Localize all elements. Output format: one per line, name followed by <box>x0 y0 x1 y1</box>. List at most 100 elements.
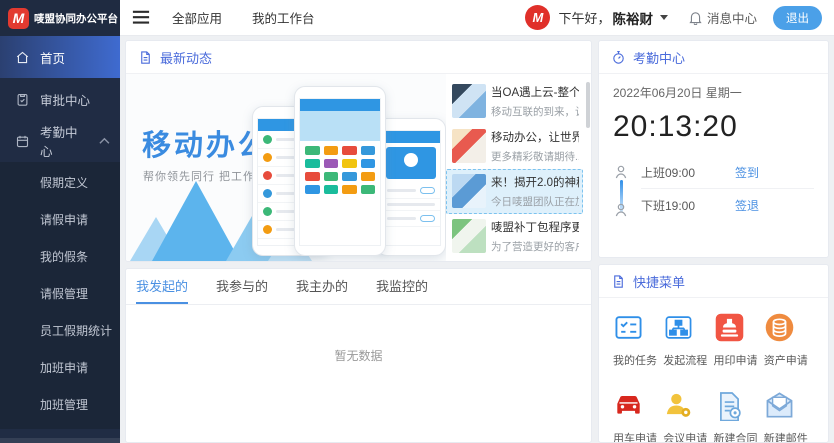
top-header: M 唛盟协同办公平台 全部应用 我的工作台 M 下午好， 陈裕财 消息中心 退出 <box>0 0 834 36</box>
greeting-text: 下午好， <box>558 8 610 27</box>
quick-item-meeting-request[interactable]: 会议申请 <box>663 390 713 443</box>
hamburger-menu-icon[interactable] <box>132 10 150 24</box>
sidebar-subitem-holiday-definition[interactable]: 假期定义 <box>0 164 120 201</box>
stopwatch-icon <box>611 50 626 65</box>
checkin-action-link[interactable]: 签到 <box>735 164 759 181</box>
tasks-panel: 我发起的 我参与的 我主办的 我监控的 暂无数据 <box>125 268 592 443</box>
news-panel: 最新动态 移动办公 帮你领先同行 把工作带出办公室 <box>125 40 592 262</box>
news-item-title: 来！揭开2.0的神秘面纱- <box>491 174 579 190</box>
quick-menu-header: 快捷菜单 <box>599 265 828 298</box>
quick-item-seal-request[interactable]: 用印申请 <box>714 312 764 368</box>
quick-item-asset-request[interactable]: 资产申请 <box>764 312 814 368</box>
quick-menu-grid: 我的任务 发起流程 用印申请 资产申请 <box>599 298 828 443</box>
nav-item-my-workspace[interactable]: 我的工作台 <box>252 8 315 27</box>
news-item[interactable]: 唛盟补丁包程序更新 为了营造更好的客户体验，唛 <box>446 214 583 259</box>
document-icon <box>611 274 626 289</box>
banner-title: 移动办公 <box>142 122 270 164</box>
quick-item-label: 用印申请 <box>714 352 764 368</box>
empty-state-text: 暂无数据 <box>126 305 591 364</box>
tab-initiated-by-me[interactable]: 我发起的 <box>136 269 188 304</box>
home-icon <box>15 50 30 65</box>
checkin-row: 上班09:00 签到 <box>641 156 814 189</box>
messages-link[interactable]: 消息中心 <box>688 8 757 27</box>
logout-button[interactable]: 退出 <box>773 6 822 30</box>
sidebar-item-approval-center[interactable]: 审批中心 <box>0 78 120 120</box>
quick-item-new-mail[interactable]: 新建邮件 <box>764 390 814 443</box>
user-menu[interactable]: 下午好， 陈裕财 <box>558 8 668 28</box>
checklist-icon <box>613 312 644 343</box>
horizontal-scrollbar[interactable] <box>0 438 120 443</box>
sidebar-subitem-my-leave-notes[interactable]: 我的假条 <box>0 238 120 275</box>
app-logo-icon: M <box>8 8 29 29</box>
sidebar-subitem-leave-request[interactable]: 请假申请 <box>0 201 120 238</box>
sidebar-subitem-employee-leave-stats[interactable]: 员工假期统计 <box>0 312 120 349</box>
sidebar-subitem-leave-management[interactable]: 请假管理 <box>0 275 120 312</box>
coins-icon <box>764 312 795 343</box>
news-item-title: 当OA遇上云-整个协同OA <box>491 84 579 100</box>
attendance-date: 2022年06月20日 星期一 <box>613 84 814 101</box>
news-item-title: 移动办公，让世界触手可 <box>491 129 579 145</box>
quick-menu-panel: 快捷菜单 我的任务 发起流程 用印申请 <box>598 264 829 443</box>
brand-area: M 唛盟协同办公平台 <box>0 0 120 36</box>
left-column: 最新动态 移动办公 帮你领先同行 把工作带出办公室 <box>125 40 592 443</box>
sidebar-item-attendance-center[interactable]: 考勤中心 <box>0 120 120 162</box>
sidebar-subitem-overtime-request[interactable]: 加班申请 <box>0 349 120 386</box>
header-bar: 全部应用 我的工作台 M 下午好， 陈裕财 消息中心 退出 <box>120 0 834 36</box>
quick-item-my-tasks[interactable]: 我的任务 <box>613 312 663 368</box>
main-content: 最新动态 移动办公 帮你领先同行 把工作带出办公室 <box>120 36 834 443</box>
quick-item-label: 用车申请 <box>613 430 663 443</box>
news-item-desc: 今日唛盟团队正在加班加点， <box>491 194 579 209</box>
news-item-selected[interactable]: 来！揭开2.0的神秘面纱- 今日唛盟团队正在加班加点， <box>446 169 583 214</box>
person-gear-icon <box>663 390 694 421</box>
tasks-tabbar: 我发起的 我参与的 我主办的 我监控的 <box>126 269 591 305</box>
sidebar-item-home[interactable]: 首页 <box>0 36 120 78</box>
checkout-action-link[interactable]: 签退 <box>735 197 759 214</box>
panel-title: 最新动态 <box>160 48 212 67</box>
sidebar-subitem-overtime-management[interactable]: 加班管理 <box>0 386 120 423</box>
news-scrollbar[interactable] <box>586 82 590 128</box>
quick-item-new-contract[interactable]: 新建合同 <box>714 390 764 443</box>
chevron-up-icon <box>99 137 110 145</box>
right-column: 考勤中心 2022年06月20日 星期一 20:13:20 上班09:00 签到 <box>598 40 829 443</box>
news-item[interactable]: 移动办公，让世界触手可 更多精彩敬请期待........ <box>446 124 583 169</box>
quick-item-label: 新建合同 <box>714 430 764 443</box>
clipboard-check-icon <box>15 92 30 107</box>
attendance-clock: 20:13:20 <box>613 110 814 144</box>
tab-monitored-by-me[interactable]: 我监控的 <box>376 269 428 304</box>
app-window: M 唛盟协同办公平台 全部应用 我的工作台 M 下午好， 陈裕财 消息中心 退出 <box>0 0 834 443</box>
user-avatar[interactable]: M <box>525 5 550 30</box>
attendance-panel: 考勤中心 2022年06月20日 星期一 20:13:20 上班09:00 签到 <box>598 40 829 258</box>
quick-item-label: 发起流程 <box>663 352 713 368</box>
car-icon <box>613 390 644 421</box>
nav-item-all-apps[interactable]: 全部应用 <box>172 8 222 27</box>
person-icon <box>613 164 629 180</box>
stamp-icon <box>714 312 745 343</box>
workflow-icon <box>663 312 694 343</box>
phone-mockup-center <box>294 86 386 256</box>
quick-item-vehicle-request[interactable]: 用车申请 <box>613 390 663 443</box>
news-panel-header: 最新动态 <box>126 41 591 74</box>
quick-item-label: 会议申请 <box>663 430 713 443</box>
document-icon <box>138 50 153 65</box>
tab-hosted-by-me[interactable]: 我主办的 <box>296 269 348 304</box>
news-item-desc: 移动互联的到来，让OA与云 <box>491 104 579 119</box>
person-icon <box>613 202 629 218</box>
checkout-label: 下班19:00 <box>641 197 695 214</box>
quick-item-label: 我的任务 <box>613 352 663 368</box>
attendance-panel-header: 考勤中心 <box>599 41 828 74</box>
sidebar-item-label: 考勤中心 <box>40 122 89 160</box>
tab-participated-by-me[interactable]: 我参与的 <box>216 269 268 304</box>
quick-item-start-workflow[interactable]: 发起流程 <box>663 312 713 368</box>
phone-mockup-right <box>376 118 446 256</box>
messages-label: 消息中心 <box>707 8 757 27</box>
sidebar-item-label: 审批中心 <box>40 90 90 109</box>
promo-banner[interactable]: 移动办公 帮你领先同行 把工作带出办公室 <box>126 74 446 261</box>
news-body: 移动办公 帮你领先同行 把工作带出办公室 <box>126 74 591 261</box>
sidebar: 首页 审批中心 考勤中心 假期定义 请假申请 我的假条 请假管理 员工假期统计 … <box>0 36 120 443</box>
quick-item-label: 新建邮件 <box>764 430 814 443</box>
quick-item-label: 资产申请 <box>764 352 814 368</box>
news-item[interactable]: 当OA遇上云-整个协同OA 移动互联的到来，让OA与云 <box>446 79 583 124</box>
news-thumbnail <box>452 129 486 163</box>
contract-icon <box>714 390 745 421</box>
brand-title: 唛盟协同办公平台 <box>34 11 118 26</box>
